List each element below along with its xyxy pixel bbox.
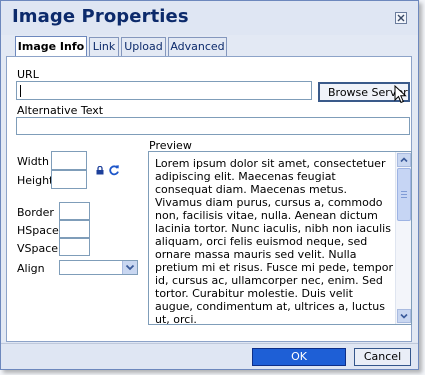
align-label: Align <box>17 262 45 275</box>
grip-line <box>401 197 407 198</box>
preview-text: Lorem ipsum dolor sit amet, consectetuer… <box>155 157 393 325</box>
width-label: Width <box>17 155 49 168</box>
tab-upload[interactable]: Upload <box>121 37 166 56</box>
scroll-thumb[interactable] <box>397 168 411 221</box>
alt-text-input[interactable] <box>16 117 410 135</box>
cancel-button[interactable]: Cancel <box>354 348 411 366</box>
dialog-title: Image Properties <box>12 6 189 27</box>
browse-server-button[interactable]: Browse Server <box>318 82 410 102</box>
tab-link[interactable]: Link <box>89 37 119 56</box>
grip-line <box>401 194 407 195</box>
vspace-label: VSpace <box>17 242 59 255</box>
text-caret <box>20 85 21 97</box>
border-input[interactable] <box>59 202 90 220</box>
hspace-label: HSpace <box>17 224 59 237</box>
grip-line <box>401 191 407 192</box>
alt-text-label: Alternative Text <box>17 104 104 117</box>
image-info-panel: URL Browse Server Alternative Text Width… <box>6 56 412 342</box>
hspace-input[interactable] <box>59 220 90 238</box>
width-input[interactable] <box>51 151 87 170</box>
url-input[interactable] <box>16 81 312 100</box>
refresh-icon[interactable] <box>108 164 120 179</box>
height-label: Height <box>17 174 54 187</box>
ok-button[interactable]: OK <box>252 348 346 366</box>
close-icon[interactable] <box>395 12 407 24</box>
tab-image-info[interactable]: Image Info <box>15 36 87 57</box>
tab-advanced[interactable]: Advanced <box>168 37 227 56</box>
preview-box[interactable]: Lorem ipsum dolor sit amet, consectetuer… <box>148 151 412 325</box>
preview-scrollbar[interactable] <box>395 152 411 324</box>
url-label: URL <box>17 68 39 81</box>
scroll-down-button[interactable] <box>397 309 411 323</box>
image-properties-dialog: Image Properties Image Info Link Upload … <box>0 0 419 370</box>
chevron-down-icon[interactable] <box>122 261 137 274</box>
height-input[interactable] <box>51 170 87 189</box>
vspace-input[interactable] <box>59 238 90 256</box>
lock-icon[interactable] <box>96 165 104 178</box>
title-bar[interactable]: Image Properties <box>1 1 418 35</box>
border-label: Border <box>17 206 54 219</box>
align-select[interactable] <box>59 260 138 275</box>
scroll-up-button[interactable] <box>397 153 411 167</box>
footer-divider <box>1 343 418 344</box>
